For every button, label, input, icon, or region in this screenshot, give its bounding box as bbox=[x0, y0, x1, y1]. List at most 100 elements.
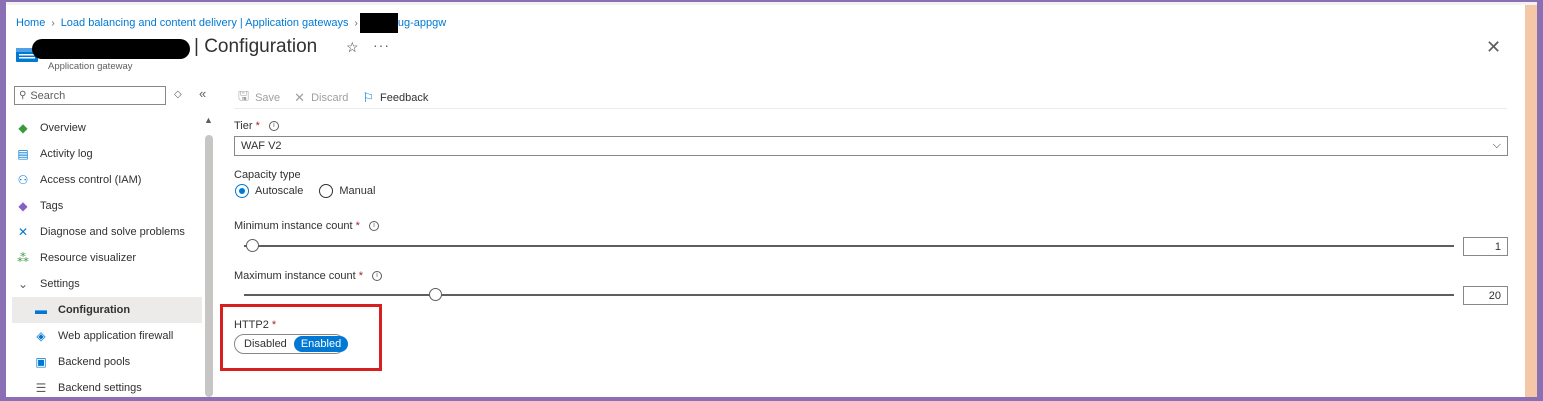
radio-manual[interactable]: Manual bbox=[319, 184, 375, 198]
search-input[interactable] bbox=[30, 89, 151, 102]
page-title: | Configuration bbox=[194, 36, 318, 57]
tier-selected-value: WAF V2 bbox=[241, 140, 282, 152]
slider-thumb[interactable] bbox=[246, 239, 259, 252]
slider-track bbox=[244, 294, 1454, 296]
redacted-resource-name bbox=[32, 39, 190, 59]
radio-button-selected[interactable] bbox=[235, 184, 249, 198]
breadcrumb-home[interactable]: Home bbox=[16, 17, 45, 29]
http2-label-row: HTTP2 * bbox=[234, 319, 276, 331]
save-button[interactable]: 🖫 Save bbox=[238, 87, 280, 109]
tier-dropdown[interactable]: WAF V2 ⌵ bbox=[234, 136, 1508, 156]
radio-manual-label: Manual bbox=[339, 185, 376, 197]
discard-button[interactable]: ✕ Discard bbox=[294, 90, 348, 106]
search-icon: ⚲ bbox=[19, 90, 27, 101]
http2-toggle[interactable]: Disabled Enabled bbox=[234, 334, 349, 354]
required-marker: * bbox=[355, 220, 360, 232]
required-marker: * bbox=[271, 319, 277, 331]
activity-log-icon: ▤ bbox=[17, 147, 29, 161]
info-icon[interactable]: i bbox=[372, 271, 383, 282]
required-marker: * bbox=[255, 120, 260, 132]
sidebar-item-overview[interactable]: ◆ Overview bbox=[12, 115, 202, 141]
capacity-type-label: Capacity type bbox=[234, 169, 301, 181]
save-label: Save bbox=[255, 92, 281, 104]
sidebar-item-activity-log[interactable]: ▤ Activity log bbox=[12, 141, 202, 167]
slider-track bbox=[244, 245, 1454, 247]
sidebar-item-tags[interactable]: ◆ Tags bbox=[12, 193, 202, 219]
chevron-down-icon: ⌵ bbox=[1492, 139, 1501, 151]
list-icon: ☰ bbox=[35, 381, 47, 395]
sidebar-item-backend-pools[interactable]: ▣ Backend pools bbox=[12, 349, 202, 375]
http2-option-enabled[interactable]: Enabled bbox=[293, 336, 349, 352]
outer-frame-bottom bbox=[0, 397, 1543, 401]
breadcrumb-chevron-icon: › bbox=[354, 17, 358, 29]
feedback-icon: ⚐ bbox=[362, 90, 375, 105]
backend-pools-icon: ▣ bbox=[35, 355, 47, 369]
min-instance-label-row: Minimum instance count * i bbox=[234, 220, 380, 232]
http2-label: HTTP2 bbox=[234, 319, 269, 331]
shield-icon: ◈ bbox=[36, 329, 46, 343]
tag-icon: ◆ bbox=[18, 199, 28, 213]
sidebar-item-label: Settings bbox=[40, 278, 80, 290]
breadcrumb-load-balancing[interactable]: Load balancing and content delivery | Ap… bbox=[61, 17, 349, 29]
feedback-button[interactable]: ⚐ Feedback bbox=[362, 90, 428, 106]
favorite-star-icon[interactable]: ☆ bbox=[346, 39, 359, 56]
min-instance-value: 1 bbox=[1494, 240, 1501, 253]
chevron-down-icon: ⌄ bbox=[17, 277, 29, 291]
capacity-type-radio-group: Autoscale Manual bbox=[235, 184, 391, 198]
scroll-up-icon[interactable]: ▲ bbox=[204, 115, 213, 125]
max-instance-label: Maximum instance count bbox=[234, 270, 356, 282]
wrench-icon: ✕ bbox=[17, 225, 29, 239]
sidebar-item-settings[interactable]: ⌄ Settings bbox=[12, 271, 202, 297]
radio-autoscale-label: Autoscale bbox=[255, 185, 304, 197]
http2-option-disabled[interactable]: Disabled bbox=[237, 336, 294, 352]
sidebar-item-diagnose-and-solve-problems[interactable]: ✕ Diagnose and solve problems bbox=[12, 219, 202, 245]
max-instance-slider[interactable] bbox=[244, 288, 1454, 302]
sidebar-item-label: Backend pools bbox=[58, 356, 131, 368]
required-marker: * bbox=[358, 270, 364, 282]
sidebar-item-backend-settings[interactable]: ☰ Backend settings bbox=[12, 375, 202, 401]
configuration-icon: ▬ bbox=[35, 303, 47, 317]
resource-type-subtitle: Application gateway bbox=[48, 61, 133, 72]
sidebar-item-label: Tags bbox=[40, 200, 64, 212]
discard-icon: ✕ bbox=[294, 90, 306, 105]
sidebar-item-configuration[interactable]: ▬ Configuration bbox=[12, 297, 202, 323]
min-instance-label: Minimum instance count bbox=[234, 220, 353, 232]
tier-label-row: Tier * i bbox=[234, 120, 279, 132]
slider-thumb[interactable] bbox=[429, 288, 442, 301]
breadcrumb: Home › Load balancing and content delive… bbox=[16, 13, 446, 33]
collapse-sidebar-icon[interactable]: « bbox=[199, 86, 206, 101]
sidebar-item-resource-visualizer[interactable]: ⁂ Resource visualizer bbox=[12, 245, 202, 271]
outer-frame-right bbox=[1537, 0, 1543, 401]
command-bar: 🖫 Save ✕ Discard ⚐ Feedback bbox=[238, 87, 442, 109]
breadcrumb-resource[interactable]: ug-appgw bbox=[398, 17, 446, 29]
discard-label: Discard bbox=[311, 92, 349, 104]
people-icon: ⚇ bbox=[17, 173, 29, 187]
more-options-icon[interactable]: ··· bbox=[373, 37, 390, 53]
overview-icon: ◆ bbox=[18, 121, 28, 135]
sidebar-item-label: Resource visualizer bbox=[40, 252, 136, 264]
scroll-thumb[interactable] bbox=[205, 135, 213, 397]
background-strip bbox=[1525, 5, 1537, 397]
radio-autoscale[interactable]: Autoscale bbox=[235, 184, 303, 198]
max-instance-label-row: Maximum instance count * i bbox=[234, 270, 383, 282]
close-icon[interactable]: ✕ bbox=[1486, 37, 1501, 58]
min-instance-slider[interactable] bbox=[244, 239, 1454, 253]
sidebar-item-label: Configuration bbox=[58, 304, 131, 316]
save-icon: 🖫 bbox=[238, 88, 250, 103]
max-instance-value: 20 bbox=[1488, 289, 1501, 302]
sidebar-scrollbar[interactable]: ▲ bbox=[204, 115, 214, 397]
info-icon[interactable]: i bbox=[268, 121, 279, 132]
sidebar-item-access-control-iam[interactable]: ⚇ Access control (IAM) bbox=[12, 167, 202, 193]
feedback-label: Feedback bbox=[380, 92, 429, 104]
radio-button[interactable] bbox=[319, 184, 334, 198]
sidebar-item-label: Access control (IAM) bbox=[40, 174, 142, 186]
redacted-block bbox=[359, 13, 398, 33]
search-options-icon[interactable]: ◇ bbox=[174, 89, 182, 100]
sidebar-item-label: Activity log bbox=[40, 148, 93, 160]
sidebar-item-label: Backend settings bbox=[58, 382, 142, 394]
sidebar-search-box[interactable]: ⚲ bbox=[14, 86, 166, 105]
sidebar-item-web-application-firewall[interactable]: ◈ Web application firewall bbox=[12, 323, 202, 349]
max-instance-input[interactable]: 20 bbox=[1463, 286, 1508, 305]
min-instance-input[interactable]: 1 bbox=[1463, 237, 1508, 256]
info-icon[interactable]: i bbox=[369, 221, 380, 232]
